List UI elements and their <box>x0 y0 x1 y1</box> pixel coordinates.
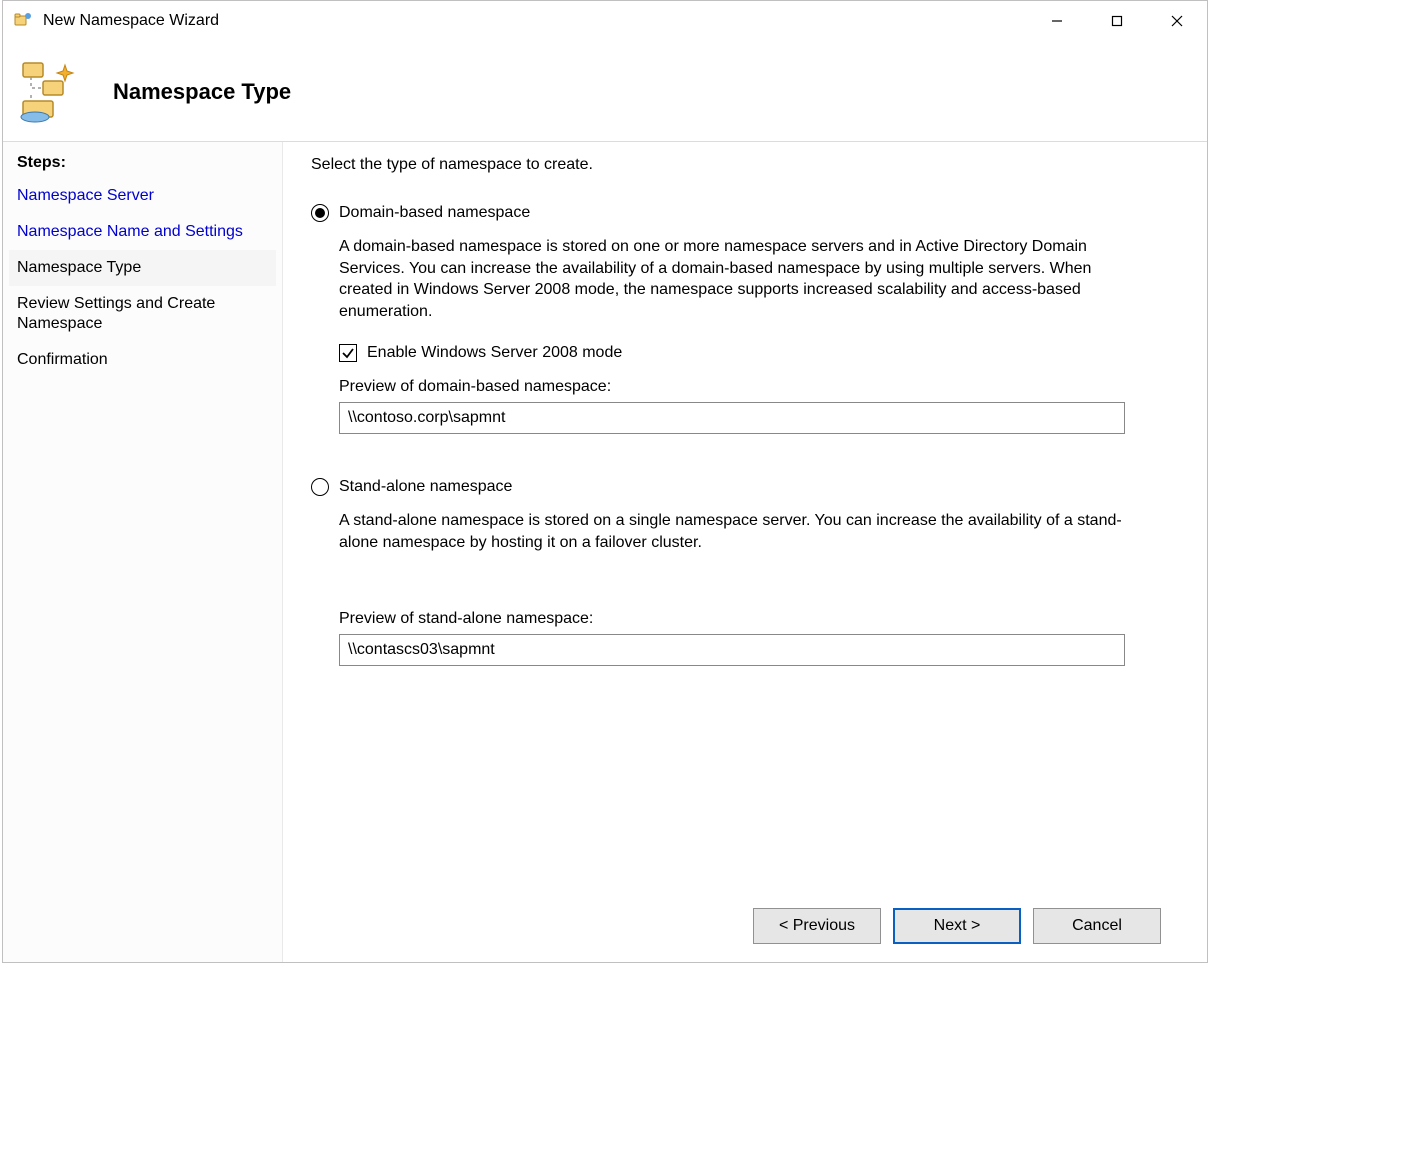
instruction-text: Select the type of namespace to create. <box>311 156 1179 174</box>
checkbox-ws2008-mode[interactable]: Enable Windows Server 2008 mode <box>339 344 1179 362</box>
checkbox-label: Enable Windows Server 2008 mode <box>367 344 622 362</box>
wizard-body: Steps: Namespace Server Namespace Name a… <box>3 142 1207 962</box>
radio-icon <box>311 204 329 222</box>
app-icon <box>13 11 33 31</box>
standalone-description: A stand-alone namespace is stored on a s… <box>339 510 1129 553</box>
close-button[interactable] <box>1147 1 1207 41</box>
header-banner: Namespace Type <box>3 41 1207 142</box>
radio-icon <box>311 478 329 496</box>
step-confirmation: Confirmation <box>9 342 276 378</box>
wizard-icon <box>17 55 89 127</box>
minimize-button[interactable] <box>1027 1 1087 41</box>
steps-sidebar: Steps: Namespace Server Namespace Name a… <box>3 142 283 962</box>
standalone-preview-field[interactable] <box>339 634 1125 666</box>
standalone-preview-label: Preview of stand-alone namespace: <box>339 610 1179 628</box>
radio-standalone[interactable]: Stand-alone namespace <box>311 478 1179 496</box>
domain-preview-label: Preview of domain-based namespace: <box>339 378 1179 396</box>
wizard-window: New Namespace Wizard <box>2 0 1208 963</box>
step-review-create: Review Settings and Create Namespace <box>9 286 276 342</box>
maximize-button[interactable] <box>1087 1 1147 41</box>
domain-description: A domain-based namespace is stored on on… <box>339 236 1129 322</box>
steps-heading: Steps: <box>9 152 276 178</box>
page-title: Namespace Type <box>113 79 291 105</box>
checkbox-icon <box>339 344 357 362</box>
wizard-content: Select the type of namespace to create. … <box>283 142 1207 962</box>
step-namespace-name-settings[interactable]: Namespace Name and Settings <box>9 214 276 250</box>
window-controls <box>1027 1 1207 41</box>
radio-domain-based[interactable]: Domain-based namespace <box>311 204 1179 222</box>
cancel-button[interactable]: Cancel <box>1033 908 1161 944</box>
next-button[interactable]: Next > <box>893 908 1021 944</box>
titlebar: New Namespace Wizard <box>3 1 1207 41</box>
window-title: New Namespace Wizard <box>43 12 219 30</box>
radio-domain-label: Domain-based namespace <box>339 204 530 222</box>
radio-standalone-label: Stand-alone namespace <box>339 478 512 496</box>
domain-preview-field[interactable] <box>339 402 1125 434</box>
wizard-footer: < Previous Next > Cancel <box>311 892 1179 962</box>
previous-button[interactable]: < Previous <box>753 908 881 944</box>
step-namespace-type[interactable]: Namespace Type <box>9 250 276 286</box>
step-namespace-server[interactable]: Namespace Server <box>9 178 276 214</box>
